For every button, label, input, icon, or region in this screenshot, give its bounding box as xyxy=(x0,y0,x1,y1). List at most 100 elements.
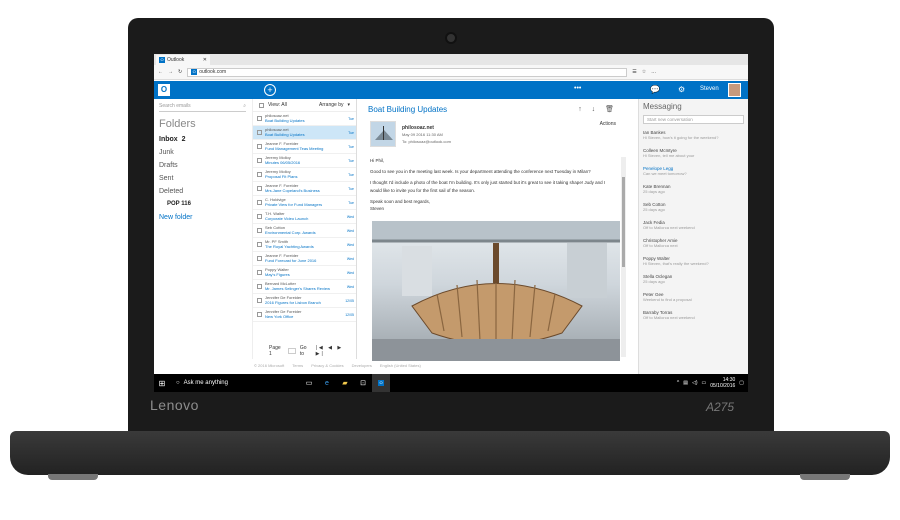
contact-item[interactable]: Ian Bankes Hi Steven, how's it going for … xyxy=(643,130,744,148)
chat-icon[interactable]: ▭ xyxy=(702,380,707,386)
cortana-search[interactable]: ○ Ask me anything xyxy=(170,380,300,386)
contact-item[interactable]: Poppy Walter Hi Steven, that's really the… xyxy=(643,256,744,274)
row-checkbox[interactable] xyxy=(257,172,262,177)
select-all-checkbox[interactable] xyxy=(259,102,264,108)
url-field[interactable]: O outlook.com xyxy=(187,67,628,77)
user-name[interactable]: Steven xyxy=(700,86,719,92)
message-row[interactable]: T.H. Walter Corporate Video Launch Wed xyxy=(253,210,356,224)
folder-sent[interactable]: Sent xyxy=(159,175,246,188)
message-row[interactable]: philosoaz.net Boat Building Updates Tue xyxy=(253,112,356,126)
row-checkbox[interactable] xyxy=(257,214,262,219)
windows-start-icon[interactable]: ⊞ xyxy=(154,374,170,392)
folder-junk[interactable]: Junk xyxy=(159,149,246,162)
contact-item[interactable]: Peter Gee Weekend to find a proposal xyxy=(643,292,744,310)
reading-toolbar[interactable]: ↑ ↓ 🗑 xyxy=(578,105,618,113)
row-checkbox[interactable] xyxy=(257,270,262,275)
footer-link-privacy[interactable]: Privacy & Cookies xyxy=(311,363,343,368)
back-icon[interactable]: ← xyxy=(158,69,163,75)
favorite-icon[interactable]: ☆ xyxy=(642,69,646,75)
row-checkbox[interactable] xyxy=(257,312,262,317)
task-view-icon[interactable]: ▭ xyxy=(300,374,318,392)
contact-item[interactable]: Jack Fedia Off to Mallorca next weekend xyxy=(643,220,744,238)
page-input[interactable] xyxy=(288,348,296,354)
message-row[interactable]: Poppy Walter May's Figures Wed xyxy=(253,266,356,280)
edge-icon[interactable]: e xyxy=(318,374,336,392)
store-icon[interactable]: ⊡ xyxy=(354,374,372,392)
forward-icon[interactable]: → xyxy=(168,69,173,75)
page-nav-icons[interactable]: |◀ ◀ ▶ ▶| xyxy=(316,345,358,357)
actions-menu[interactable]: Actions xyxy=(600,121,616,127)
menu-icon[interactable]: … xyxy=(651,69,656,75)
row-checkbox[interactable] xyxy=(257,200,262,205)
refresh-icon[interactable]: ↻ xyxy=(178,69,182,75)
message-row[interactable]: C. Holdvige Private View for Fund Manager… xyxy=(253,196,356,210)
row-checkbox[interactable] xyxy=(257,298,262,303)
message-row[interactable]: Jeremy Molloy Minutes 06/05/2016 Tue xyxy=(253,154,356,168)
row-checkbox[interactable] xyxy=(257,186,262,191)
message-row[interactable]: Jeanne F. Foreider Fund Management Teas M… xyxy=(253,140,356,154)
contact-item[interactable]: Penelope Legg Can we meet tomorrow? xyxy=(643,166,744,184)
folder-deleted[interactable]: Deleted xyxy=(159,188,246,201)
message-date: Tue xyxy=(348,201,354,205)
row-checkbox[interactable] xyxy=(257,228,262,233)
up-arrow-icon[interactable]: ^ xyxy=(677,380,679,386)
new-conversation-input[interactable]: Start new conversation xyxy=(643,115,744,124)
row-checkbox[interactable] xyxy=(257,144,262,149)
message-row[interactable]: Jeremy Molloy Proposal Fit Plans Tue xyxy=(253,168,356,182)
message-row[interactable]: philosoaz.net Boat Building Updates Tue xyxy=(253,126,356,140)
close-tab-icon[interactable]: ✕ xyxy=(203,57,210,63)
message-row[interactable]: Mr. PF Smith The Royal Yachting Awards Wed xyxy=(253,238,356,252)
outlook-logo-icon[interactable]: O xyxy=(158,84,170,96)
contact-status: Hi Steven, that's really the weekend? xyxy=(643,261,709,266)
search-input[interactable]: Search emails ⌕ xyxy=(159,103,246,112)
reading-view-icon[interactable]: ☰ xyxy=(632,69,636,75)
contact-item[interactable]: Stella Oclegan 25 days ago xyxy=(643,274,744,292)
footer-link-terms[interactable]: Terms xyxy=(292,363,303,368)
row-checkbox[interactable] xyxy=(257,256,262,261)
reading-scrollbar[interactable] xyxy=(621,157,626,357)
file-explorer-icon[interactable]: ▰ xyxy=(336,374,354,392)
row-checkbox[interactable] xyxy=(257,242,262,247)
message-row[interactable]: Jennifer De Foreider New York Office 12/05 xyxy=(253,308,356,322)
arrange-by[interactable]: Arrange by xyxy=(319,102,343,108)
browser-tab[interactable]: O Outlook ✕ xyxy=(156,55,210,65)
chevron-down-icon[interactable]: ▾ xyxy=(347,102,350,108)
clock[interactable]: 14:30 05/10/2016 xyxy=(710,377,735,390)
go-to-button[interactable]: Go to xyxy=(300,345,312,357)
sender-name[interactable]: philosoaz.net xyxy=(402,125,434,131)
row-checkbox[interactable] xyxy=(257,158,262,163)
message-row[interactable]: Jeanne F. Foreider Fund Forecast for June… xyxy=(253,252,356,266)
more-options-icon[interactable]: ••• xyxy=(574,85,581,92)
settings-gear-icon[interactable]: ⚙ xyxy=(678,85,685,94)
new-folder-link[interactable]: New folder xyxy=(159,214,246,227)
view-filter[interactable]: View: All xyxy=(268,102,287,108)
message-row[interactable]: Jennifer De Foreider 2016 Figures for Lis… xyxy=(253,294,356,308)
folder-inbox[interactable]: Inbox 2 xyxy=(159,136,246,149)
footer-link-developers[interactable]: Developers xyxy=(352,363,372,368)
contact-item[interactable]: Barraby Torras Off to Mallorca next weeke… xyxy=(643,310,744,328)
footer-link-language[interactable]: English (United States) xyxy=(380,363,421,368)
outlook-taskbar-icon[interactable]: O xyxy=(372,374,390,392)
search-icon[interactable]: ⌕ xyxy=(243,103,246,111)
contact-status: Hi Steven, tell me about your xyxy=(643,153,695,158)
notifications-icon[interactable]: ▢ xyxy=(739,380,744,386)
row-checkbox[interactable] xyxy=(257,130,262,135)
new-message-button[interactable]: + xyxy=(264,84,276,96)
avatar[interactable] xyxy=(728,83,741,97)
message-row[interactable]: Bernard McLutter Mr. James Selinger's Sha… xyxy=(253,280,356,294)
folder-label: POP xyxy=(167,201,180,207)
message-row[interactable]: Seb Cotton Environmental Corp. Awards Wed xyxy=(253,224,356,238)
contact-item[interactable]: Christopher Amie Off to Mallorca next xyxy=(643,238,744,256)
scrollbar-thumb[interactable] xyxy=(622,177,625,267)
row-checkbox[interactable] xyxy=(257,284,262,289)
contact-item[interactable]: Kate Brennan 25 days ago xyxy=(643,184,744,202)
contact-item[interactable]: Colleen McIntyre Hi Steven, tell me about… xyxy=(643,148,744,166)
volume-icon[interactable]: ◁) xyxy=(692,380,698,386)
folder-drafts[interactable]: Drafts xyxy=(159,162,246,175)
folder-pop[interactable]: POP 116 xyxy=(159,201,246,214)
row-checkbox[interactable] xyxy=(257,116,262,121)
chat-icon[interactable]: 💬 xyxy=(650,85,660,94)
message-row[interactable]: Jeanne F. Foreider Mrs.Jane Copeland's Bu… xyxy=(253,182,356,196)
network-icon[interactable]: ▤ xyxy=(683,380,688,386)
contact-item[interactable]: Seb Cotton 25 days ago xyxy=(643,202,744,220)
